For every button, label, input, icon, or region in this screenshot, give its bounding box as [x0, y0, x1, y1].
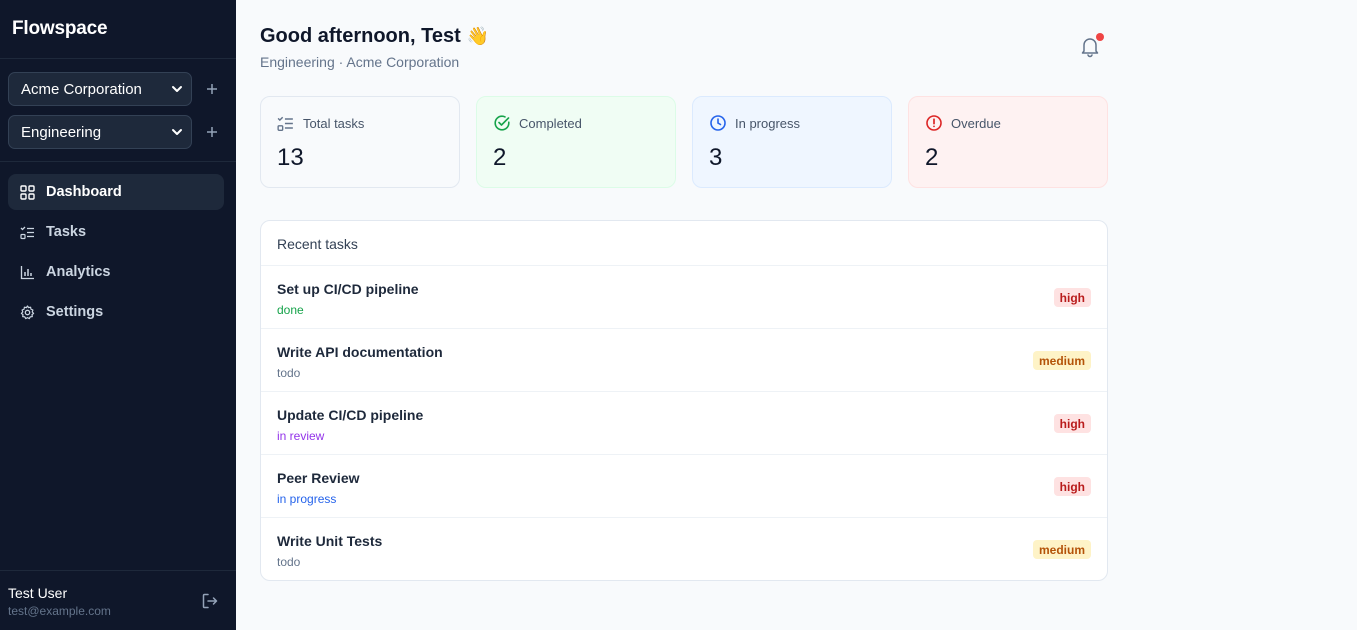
task-title: Write Unit Tests [277, 533, 383, 549]
team-select[interactable]: Engineering [8, 115, 192, 149]
add-team-button[interactable] [204, 124, 220, 140]
sidebar-item-label: Tasks [46, 224, 87, 240]
wave-emoji: 👋 [466, 26, 490, 46]
logout-button[interactable] [201, 592, 219, 610]
sidebar-item-settings[interactable]: Settings [8, 294, 224, 330]
priority-badge: high [1053, 477, 1091, 496]
stat-value: 13 [277, 144, 304, 171]
list-check-icon [20, 224, 36, 240]
notification-badge [1096, 33, 1104, 41]
user-email: test@example.com [8, 604, 111, 618]
plus-icon [207, 84, 217, 94]
page-title: Good afternoon, Test 👋 [260, 25, 489, 48]
divider [0, 58, 236, 59]
stat-label: Completed [519, 115, 582, 131]
recent-tasks-panel: Recent tasks Set up CI/CD pipeline done … [260, 220, 1108, 581]
priority-badge: medium [1032, 540, 1091, 559]
clock-icon [709, 114, 727, 132]
sidebar-item-label: Analytics [46, 264, 111, 280]
stat-value: 2 [493, 144, 507, 171]
priority-badge: medium [1032, 351, 1091, 370]
team-select-value: Engineering [21, 123, 102, 141]
sidebar-item-label: Settings [46, 304, 104, 320]
task-row[interactable]: Write Unit Tests todo medium [261, 518, 1107, 580]
stat-label: Total tasks [303, 115, 365, 131]
stat-card-total: Total tasks 13 [260, 96, 460, 188]
stat-card-overdue: Overdue 2 [908, 96, 1108, 188]
stat-label: In progress [735, 115, 801, 131]
sidebar-item-tasks[interactable]: Tasks [8, 214, 224, 250]
task-row[interactable]: Peer Review in progress high [261, 455, 1107, 518]
task-row[interactable]: Write API documentation todo medium [261, 329, 1107, 392]
user-name: Test User [8, 585, 68, 601]
user-profile: Test User test@example.com [8, 585, 111, 618]
task-status: in review [277, 429, 325, 443]
sidebar: Flowspace Acme Corporation Engineering D… [0, 0, 236, 630]
page-subtitle: Engineering · Acme Corporation [260, 54, 460, 70]
chevron-down-icon [172, 129, 182, 135]
add-org-button[interactable] [204, 81, 220, 97]
sidebar-item-analytics[interactable]: Analytics [8, 254, 224, 290]
task-title: Peer Review [277, 470, 360, 486]
org-select-row: Acme Corporation [8, 72, 228, 106]
divider [0, 161, 236, 162]
team-select-row: Engineering [8, 115, 228, 149]
stat-card-completed: Completed 2 [476, 96, 676, 188]
stat-value: 3 [709, 144, 723, 171]
sidebar-nav: Dashboard Tasks Analytics Settings [8, 174, 224, 334]
task-row[interactable]: Set up CI/CD pipeline done high [261, 266, 1107, 329]
org-select[interactable]: Acme Corporation [8, 72, 192, 106]
grid-icon [20, 184, 36, 200]
plus-icon [207, 127, 217, 137]
alert-circle-icon [925, 114, 943, 132]
priority-badge: high [1053, 414, 1091, 433]
logout-icon [202, 593, 218, 609]
task-status: todo [277, 555, 301, 569]
priority-badge: high [1053, 288, 1091, 307]
task-row[interactable]: Update CI/CD pipeline in review high [261, 392, 1107, 455]
sidebar-item-label: Dashboard [46, 184, 122, 200]
stat-card-in-progress: In progress 3 [692, 96, 892, 188]
gear-icon [20, 304, 36, 320]
task-title: Write API documentation [277, 344, 443, 360]
stat-label: Overdue [951, 115, 1001, 131]
sidebar-item-dashboard[interactable]: Dashboard [8, 174, 224, 210]
task-status: todo [277, 366, 301, 380]
task-title: Update CI/CD pipeline [277, 407, 424, 423]
check-circle-icon [493, 114, 511, 132]
task-title: Set up CI/CD pipeline [277, 281, 419, 297]
stat-value: 2 [925, 144, 939, 171]
chevron-down-icon [172, 86, 182, 92]
org-select-value: Acme Corporation [21, 80, 142, 98]
panel-title: Recent tasks [261, 221, 1107, 266]
list-check-icon [277, 114, 295, 132]
task-status: in progress [277, 492, 337, 506]
bar-chart-icon [20, 264, 36, 280]
brand-logo: Flowspace [12, 18, 108, 39]
divider [0, 570, 236, 571]
task-status: done [277, 303, 304, 317]
greeting-text: Good afternoon, Test [260, 25, 461, 47]
